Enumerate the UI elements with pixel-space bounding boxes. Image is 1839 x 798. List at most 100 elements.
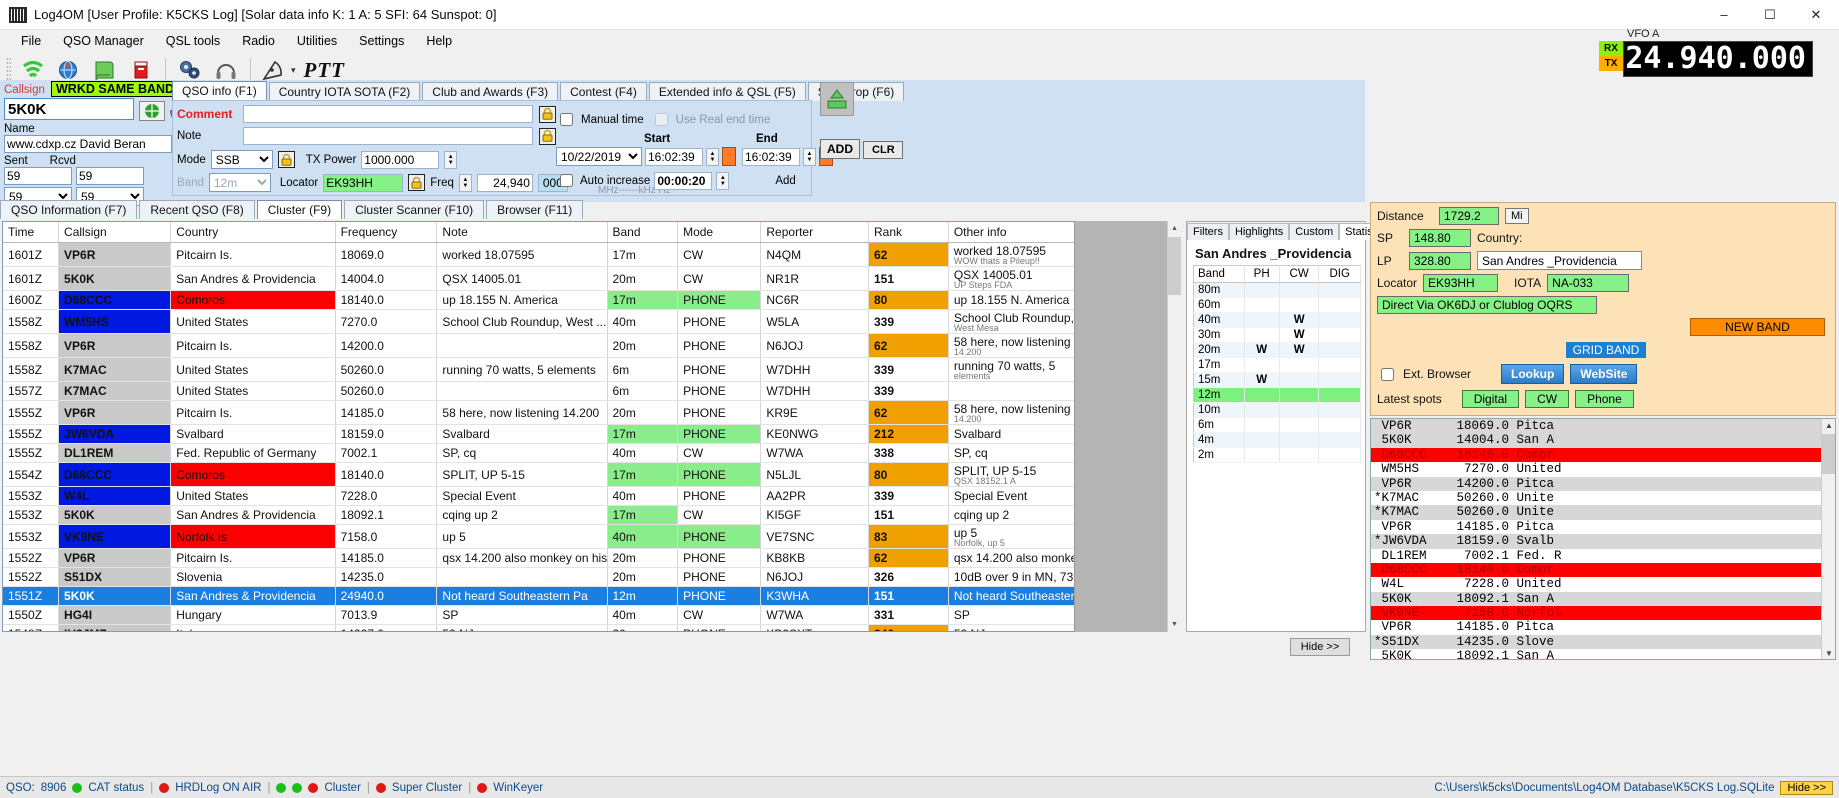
spot-line[interactable]: VP6R 18069.0 Pitca bbox=[1371, 419, 1835, 434]
spots-scroll-thumb[interactable] bbox=[1822, 434, 1835, 474]
col-time[interactable]: Time bbox=[3, 222, 60, 243]
menu-utilities[interactable]: Utilities bbox=[286, 32, 348, 50]
hide-panel-button[interactable]: Hide >> bbox=[1290, 638, 1350, 656]
maximize-button[interactable]: ☐ bbox=[1747, 0, 1793, 30]
tab-browser[interactable]: Browser (F11) bbox=[486, 200, 584, 219]
table-row[interactable]: 1554Z D68CCC Comoros 18140.0 SPLIT, UP 5-15 1… bbox=[3, 462, 1163, 487]
col-frequency[interactable]: Frequency bbox=[335, 222, 438, 243]
unit-toggle-button[interactable]: Mi bbox=[1505, 208, 1529, 224]
col-rank[interactable]: Rank bbox=[868, 222, 949, 243]
spot-line[interactable]: 5K0K 18092.1 San A bbox=[1371, 591, 1835, 607]
status-hide-button[interactable]: Hide >> bbox=[1780, 780, 1833, 795]
table-row[interactable]: 1557Z K7MAC United States 50260.0 6m PHONE W7D… bbox=[3, 381, 1163, 401]
spot-line[interactable]: VP6R 14200.0 Pitca bbox=[1371, 476, 1835, 491]
menu-qso-manager[interactable]: QSO Manager bbox=[52, 32, 155, 50]
scroll-thumb[interactable] bbox=[1168, 237, 1181, 295]
tab-cluster-scanner[interactable]: Cluster Scanner (F10) bbox=[344, 200, 485, 219]
spot-line[interactable]: D68CCC 18140.0 Comor bbox=[1371, 447, 1835, 463]
spot-line[interactable]: 5K0K 18092.1 San A bbox=[1371, 649, 1835, 659]
tab-club-and-awards[interactable]: Club and Awards (F3) bbox=[422, 82, 559, 101]
table-row[interactable]: 1553Z VK9NE Norfolk Is 7158.0 up 5 40m PHONE VE… bbox=[3, 524, 1163, 549]
auto-increase-spinner[interactable]: ▲ ▼ bbox=[716, 171, 730, 190]
spot-line[interactable]: *K7MAC 50260.0 Unite bbox=[1371, 505, 1835, 520]
menu-qsl-tools[interactable]: QSL tools bbox=[155, 32, 231, 50]
table-row[interactable]: 1601Z VP6R Pitcairn Is. 18069.0 worked 18.07… bbox=[3, 242, 1163, 267]
spot-line[interactable]: *S51DX 14235.0 Slove bbox=[1371, 634, 1835, 650]
tab-qso-info[interactable]: QSO info (F1) bbox=[172, 81, 267, 101]
start-date-select[interactable]: 10/22/2019 bbox=[556, 147, 642, 166]
tab-recent-qso[interactable]: Recent QSO (F8) bbox=[139, 200, 255, 219]
spot-line[interactable]: VP6R 14185.0 Pitca bbox=[1371, 519, 1835, 535]
table-row[interactable]: 1600Z D68CCC Comoros 18140.0 up 18.155 N. Am… bbox=[3, 290, 1163, 310]
table-row[interactable]: 1558Z K7MAC United States 50260.0 running 70… bbox=[3, 357, 1163, 382]
end-time-spinner[interactable]: ▲ ▼ bbox=[803, 147, 816, 166]
tab-country-iota-sota[interactable]: Country IOTA SOTA (F2) bbox=[268, 82, 421, 101]
tab-filters[interactable]: Filters bbox=[1187, 223, 1229, 240]
table-row[interactable]: 1548ZIU2JMZItaly14227.059 NJ20mPHONEKB2S… bbox=[3, 624, 1163, 631]
tab-qso-information[interactable]: QSO Information (F7) bbox=[0, 200, 138, 219]
spot-line[interactable]: D68CCC 18140.0 Comor bbox=[1371, 562, 1835, 578]
digital-filter-button[interactable]: Digital bbox=[1461, 390, 1520, 408]
table-row[interactable]: 1555Z DL1REM Fed. Republic of Germany 7002.… bbox=[3, 443, 1163, 463]
band-select[interactable]: 12m bbox=[208, 173, 271, 192]
spots-scroll-down-icon[interactable]: ▼ bbox=[1822, 647, 1835, 659]
frequency-input[interactable] bbox=[476, 173, 533, 192]
minimize-button[interactable]: – bbox=[1701, 0, 1747, 30]
table-row[interactable]: 1553Z 5K0K San Andres & Providencia 18092.1… bbox=[3, 505, 1163, 525]
col-note[interactable]: Note bbox=[436, 222, 608, 243]
spot-line[interactable]: DL1REM 7002.1 Fed. R bbox=[1371, 548, 1835, 563]
close-button[interactable]: ✕ bbox=[1793, 0, 1839, 30]
start-time-spinner[interactable]: ▲ ▼ bbox=[706, 147, 719, 166]
tab-contest[interactable]: Contest (F4) bbox=[560, 82, 647, 101]
menu-file[interactable]: File bbox=[10, 32, 52, 50]
latest-spots-list[interactable]: VP6R 18069.0 Pitca 5K0K 14004.0 San A D6… bbox=[1370, 418, 1836, 660]
auto-increase-input[interactable] bbox=[654, 171, 713, 190]
mode-select[interactable]: SSB bbox=[210, 150, 273, 169]
tab-highlights[interactable]: Highlights bbox=[1228, 223, 1290, 240]
spot-line[interactable]: VP6R 14185.0 Pitca bbox=[1371, 620, 1835, 635]
tab-custom[interactable]: Custom bbox=[1289, 223, 1340, 240]
ptt-label[interactable]: PTT bbox=[304, 58, 345, 83]
table-row[interactable]: 1555Z VP6R Pitcairn Is. 14185.0 58 here, now… bbox=[3, 400, 1163, 425]
upload-qso-icon[interactable] bbox=[820, 82, 854, 116]
vfo-frequency-readout[interactable]: 24.940.000 bbox=[1623, 41, 1813, 77]
cw-filter-button[interactable]: CW bbox=[1525, 390, 1570, 408]
ext-browser-checkbox[interactable] bbox=[1381, 367, 1394, 381]
name-input[interactable] bbox=[4, 135, 172, 153]
spot-line[interactable]: *JW6VDA 18159.0 Svalb bbox=[1371, 534, 1835, 549]
col-reporter[interactable]: Reporter bbox=[760, 222, 869, 243]
spots-scroll-up-icon[interactable]: ▲ bbox=[1822, 419, 1835, 433]
table-vertical-scrollbar[interactable]: ▲ ▼ bbox=[1167, 221, 1181, 632]
scroll-down-arrow-icon[interactable]: ▼ bbox=[1168, 617, 1181, 632]
table-row[interactable]: 1558Z WM5HS United States 7270.0 School Club… bbox=[3, 309, 1163, 334]
mode-lock-icon[interactable] bbox=[277, 151, 295, 168]
table-row[interactable]: 1601Z 5K0K San Andres & Providencia 14004.0… bbox=[3, 266, 1163, 291]
menu-radio[interactable]: Radio bbox=[231, 32, 286, 50]
locator-lock-icon[interactable] bbox=[408, 174, 426, 191]
spot-line[interactable]: W4L 7228.0 United bbox=[1371, 577, 1835, 592]
table-row[interactable]: 1555Z JW6VDA Svalbard 18159.0 Svalbard 17m PHO… bbox=[3, 424, 1163, 444]
tx-power-input[interactable] bbox=[361, 150, 440, 169]
callsign-input[interactable] bbox=[4, 98, 134, 120]
start-time-input[interactable] bbox=[645, 147, 703, 166]
spot-line[interactable]: 5K0K 14004.0 San A bbox=[1371, 433, 1835, 448]
table-row[interactable]: 1558Z VP6R Pitcairn Is. 14200.0 20m PHONE N6JO… bbox=[3, 333, 1163, 358]
table-row[interactable]: 1551Z 5K0K San Andres & Providencia 24940.0… bbox=[3, 586, 1163, 606]
locator-input[interactable] bbox=[323, 173, 404, 192]
rcvd-rst-input[interactable] bbox=[76, 167, 144, 185]
table-row[interactable]: 1552Z S51DX Slovenia 14235.0 20m PHONE N6JOJ 32… bbox=[3, 567, 1163, 587]
cluster-table[interactable]: Time Callsign Country Frequency Note Ban… bbox=[2, 221, 1180, 632]
menu-settings[interactable]: Settings bbox=[348, 32, 415, 50]
spots-scrollbar[interactable]: ▲ ▼ bbox=[1821, 419, 1835, 659]
start-time-reset-button[interactable] bbox=[722, 147, 736, 166]
comment-input[interactable] bbox=[243, 105, 533, 123]
spot-line[interactable]: WM5HS 7270.0 United bbox=[1371, 462, 1835, 477]
col-callsign[interactable]: Callsign bbox=[58, 222, 172, 243]
scroll-up-arrow-icon[interactable]: ▲ bbox=[1168, 221, 1181, 236]
note-input[interactable] bbox=[243, 127, 533, 145]
website-button[interactable]: WebSite bbox=[1570, 364, 1638, 384]
tab-extended-info-qsl[interactable]: Extended info & QSL (F5) bbox=[648, 82, 806, 101]
tab-cluster[interactable]: Cluster (F9) bbox=[256, 200, 343, 219]
globe-lookup-icon[interactable] bbox=[139, 101, 165, 124]
table-row[interactable]: 1553Z W4L United States 7228.0 Special Event… bbox=[3, 486, 1163, 506]
